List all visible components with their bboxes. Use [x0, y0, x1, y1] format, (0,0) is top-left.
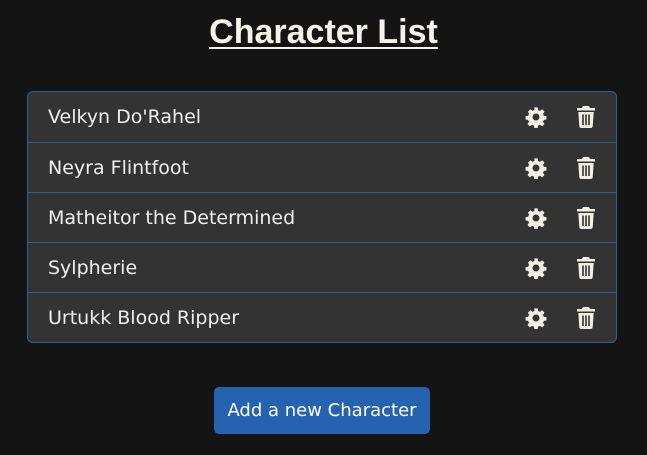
- trash-icon[interactable]: [574, 306, 598, 330]
- list-item: Sylpherie: [28, 242, 616, 292]
- trash-icon[interactable]: [574, 206, 598, 230]
- list-item: Urtukk Blood Ripper: [28, 292, 616, 342]
- character-name: Velkyn Do'Rahel: [48, 106, 202, 128]
- character-name: Urtukk Blood Ripper: [48, 306, 240, 329]
- gear-icon[interactable]: [524, 256, 548, 280]
- character-list-page: Character List Velkyn Do'Rahel Neyra Fli…: [0, 0, 647, 455]
- gear-icon[interactable]: [524, 306, 548, 330]
- gear-icon[interactable]: [524, 156, 548, 180]
- character-name: Sylpherie: [48, 256, 138, 279]
- trash-icon[interactable]: [574, 105, 598, 129]
- character-list: Velkyn Do'Rahel Neyra Flintfoot Matheito…: [27, 91, 617, 343]
- list-item: Velkyn Do'Rahel: [28, 92, 616, 142]
- list-item: Matheitor the Determined: [28, 192, 616, 242]
- page-title: Character List: [209, 13, 438, 51]
- list-item: Neyra Flintfoot: [28, 142, 616, 192]
- trash-icon[interactable]: [574, 256, 598, 280]
- add-character-button[interactable]: Add a new Character: [214, 387, 430, 434]
- gear-icon[interactable]: [524, 206, 548, 230]
- gear-icon[interactable]: [524, 105, 548, 129]
- trash-icon[interactable]: [574, 156, 598, 180]
- character-name: Neyra Flintfoot: [48, 156, 190, 179]
- character-name: Matheitor the Determined: [48, 206, 296, 229]
